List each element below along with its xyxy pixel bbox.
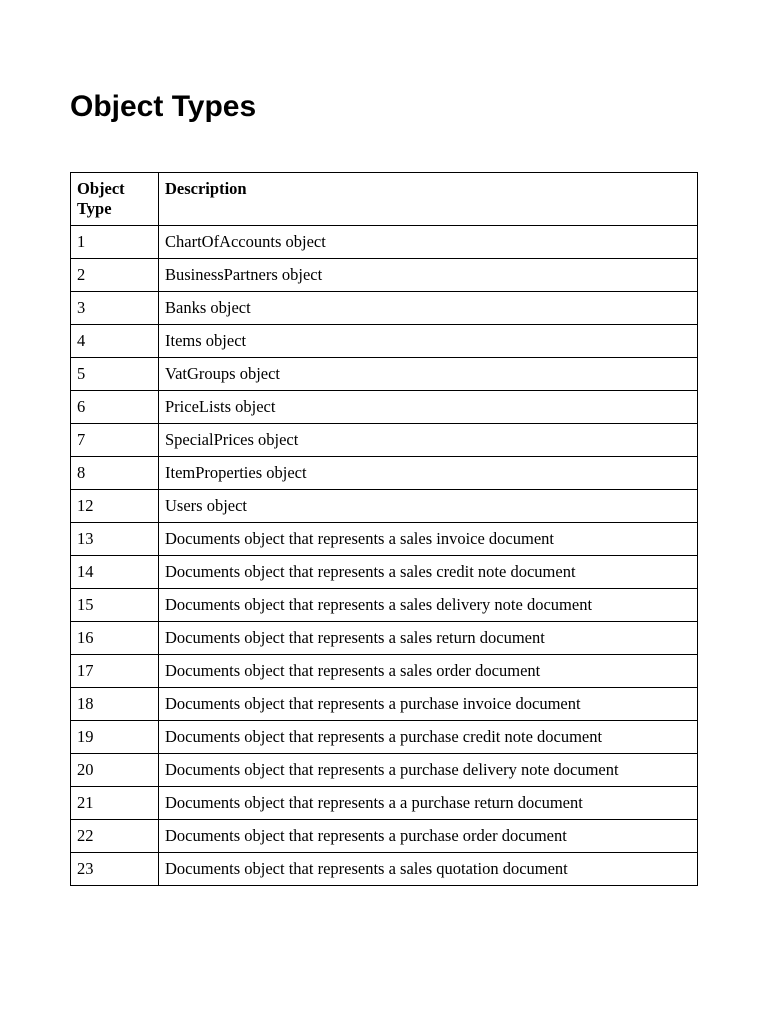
page-title: Object Types [70,90,698,124]
col-header-description: Description [159,173,698,226]
cell-object-type: 22 [71,820,159,853]
table-row: 2BusinessPartners object [71,259,698,292]
cell-description: Users object [159,490,698,523]
cell-object-type: 20 [71,754,159,787]
table-row: 7SpecialPrices object [71,424,698,457]
table-row: 12Users object [71,490,698,523]
cell-description: Banks object [159,292,698,325]
cell-description: Documents object that represents a a pur… [159,787,698,820]
object-types-table: Object Type Description 1ChartOfAccounts… [70,172,698,886]
cell-description: Documents object that represents a sales… [159,589,698,622]
cell-object-type: 6 [71,391,159,424]
table-row: 8ItemProperties object [71,457,698,490]
cell-description: Documents object that represents a purch… [159,721,698,754]
cell-object-type: 21 [71,787,159,820]
table-row: 16Documents object that represents a sal… [71,622,698,655]
cell-description: Documents object that represents a purch… [159,688,698,721]
table-header-row: Object Type Description [71,173,698,226]
table-row: 23Documents object that represents a sal… [71,853,698,886]
cell-description: SpecialPrices object [159,424,698,457]
table-row: 22Documents object that represents a pur… [71,820,698,853]
cell-object-type: 2 [71,259,159,292]
cell-description: VatGroups object [159,358,698,391]
table-row: 3Banks object [71,292,698,325]
table-row: 5VatGroups object [71,358,698,391]
cell-object-type: 19 [71,721,159,754]
cell-description: Items object [159,325,698,358]
cell-object-type: 17 [71,655,159,688]
table-row: 18Documents object that represents a pur… [71,688,698,721]
cell-description: Documents object that represents a sales… [159,853,698,886]
table-row: 20Documents object that represents a pur… [71,754,698,787]
cell-object-type: 18 [71,688,159,721]
cell-object-type: 15 [71,589,159,622]
table-row: 1ChartOfAccounts object [71,226,698,259]
col-header-object-type: Object Type [71,173,159,226]
table-row: 4Items object [71,325,698,358]
cell-object-type: 5 [71,358,159,391]
cell-description: BusinessPartners object [159,259,698,292]
cell-description: PriceLists object [159,391,698,424]
cell-object-type: 23 [71,853,159,886]
table-row: 6PriceLists object [71,391,698,424]
table-row: 19Documents object that represents a pur… [71,721,698,754]
cell-object-type: 12 [71,490,159,523]
cell-description: Documents object that represents a sales… [159,523,698,556]
cell-object-type: 1 [71,226,159,259]
table-row: 17Documents object that represents a sal… [71,655,698,688]
cell-description: ChartOfAccounts object [159,226,698,259]
cell-object-type: 16 [71,622,159,655]
table-row: 13Documents object that represents a sal… [71,523,698,556]
table-row: 15Documents object that represents a sal… [71,589,698,622]
cell-object-type: 14 [71,556,159,589]
cell-object-type: 4 [71,325,159,358]
cell-object-type: 13 [71,523,159,556]
cell-description: Documents object that represents a sales… [159,655,698,688]
cell-description: ItemProperties object [159,457,698,490]
cell-description: Documents object that represents a purch… [159,754,698,787]
cell-object-type: 3 [71,292,159,325]
table-row: 14Documents object that represents a sal… [71,556,698,589]
cell-description: Documents object that represents a purch… [159,820,698,853]
cell-object-type: 8 [71,457,159,490]
table-row: 21Documents object that represents a a p… [71,787,698,820]
cell-description: Documents object that represents a sales… [159,556,698,589]
cell-object-type: 7 [71,424,159,457]
cell-description: Documents object that represents a sales… [159,622,698,655]
